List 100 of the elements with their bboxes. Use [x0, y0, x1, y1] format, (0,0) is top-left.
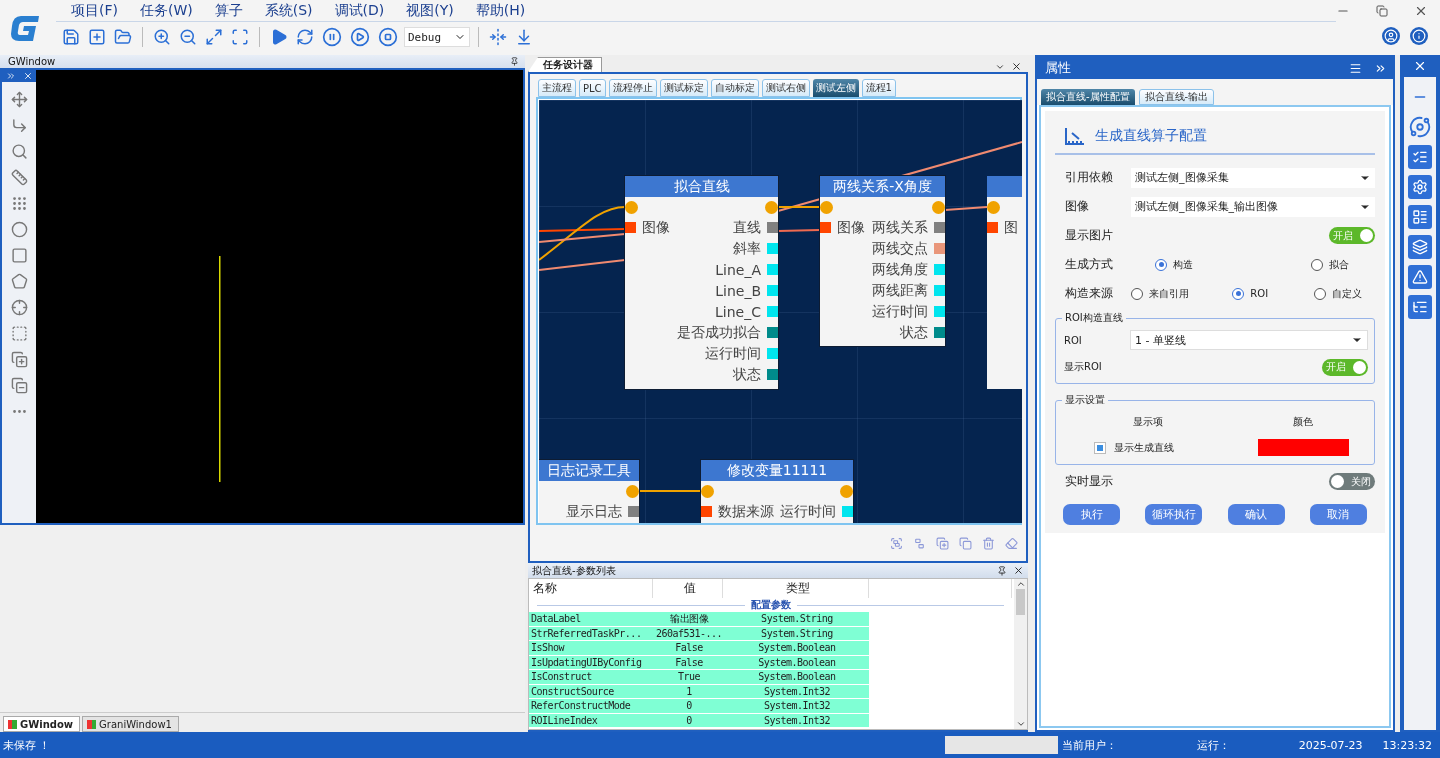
port-label: 运行时间	[705, 344, 761, 363]
menu-item[interactable]: 调试(D)	[325, 1, 394, 20]
port-label: 图像	[837, 218, 865, 237]
node-card[interactable]: 图	[987, 176, 1022, 389]
flow-tab[interactable]: 流程停止	[608, 79, 657, 97]
port-label: 状态	[733, 365, 761, 384]
port-label: 图像	[642, 218, 670, 237]
table-cell: 0	[653, 699, 723, 714]
column-header: 显示项	[1132, 415, 1164, 429]
group-title: ROI构造直线	[1062, 311, 1126, 325]
port-label: 两线关系	[872, 218, 928, 237]
port-label: 图	[1004, 218, 1018, 237]
menu-item[interactable]: 系统(S)	[255, 1, 322, 20]
radio-label: ROI	[1250, 288, 1269, 299]
table-cell: System.Boolean	[723, 641, 869, 656]
group-title: 显示设置	[1062, 393, 1108, 407]
port-label: Line_B	[715, 282, 761, 299]
menu-item[interactable]: 视图(Y)	[397, 1, 463, 20]
flow-tab[interactable]: 测试右侧	[761, 79, 810, 97]
flow-tab[interactable]: 流程1	[861, 79, 896, 97]
table-cell: False	[653, 641, 723, 656]
port-label: Line_C	[715, 303, 761, 320]
property-tab[interactable]: 拟合直线-属性配置	[1041, 89, 1135, 105]
node-card[interactable]: 两线关系-X角度 图像 两线关系 两线交点 两线角度 两线距离 运行时间 状态	[820, 176, 945, 346]
toggle-switch[interactable]: 关闭	[1329, 473, 1375, 490]
action-button[interactable]: 确认	[1227, 504, 1285, 525]
node-title: 日志记录工具	[539, 460, 639, 481]
column-header[interactable]: 名称	[529, 579, 653, 598]
menu-item[interactable]: 帮助(H)	[466, 1, 535, 20]
panel-title: 属性	[1045, 59, 1071, 77]
port-label: Line_A	[715, 261, 761, 278]
port-label: 运行时间	[780, 502, 836, 521]
save-status: 未保存 ！	[2, 737, 52, 753]
column-header: 颜色	[1292, 415, 1314, 429]
port-label: 显示日志	[566, 502, 622, 521]
node-title: 修改变量11111	[701, 460, 853, 481]
run-label: 运行：	[1196, 737, 1231, 753]
port-label: 数据来源	[718, 502, 774, 521]
field-label: 图像	[1065, 198, 1090, 215]
port-label: 两线距离	[872, 281, 928, 300]
node-title: 拟合直线	[625, 176, 778, 197]
table-cell: System.String	[723, 612, 869, 627]
table-cell: DataLabel	[529, 612, 653, 627]
field-label: ROI	[1064, 334, 1083, 346]
dropdown-field[interactable]: 测试左侧_图像采集	[1131, 167, 1375, 188]
flow-tab[interactable]: 自动标定	[710, 79, 759, 97]
document-tab[interactable]: 任务设计器	[528, 57, 602, 72]
menu-item[interactable]: 算子	[205, 1, 252, 20]
port-label: 两线角度	[872, 260, 928, 279]
dropdown-field[interactable]: 测试左侧_图像采集_输出图像	[1131, 196, 1375, 217]
flow-tab[interactable]: 测试左侧	[812, 79, 859, 97]
section-heading: 生成直线算子配置	[1095, 127, 1207, 145]
menu-item[interactable]: 任务(W)	[131, 1, 202, 20]
flow-canvas[interactable]: 拟合直线 图像 直线 斜率 Line_A Line_B Line_C 是否成功拟合 运行时间 状态 两线关系-X角度 图像 两线关系 两线交点 两线角度 两线距离 运行时间 状态 图 日志记录工具 显示日志 修改变量11111 数据来源 运行时间	[539, 100, 1022, 523]
panel-title: 拟合直线-参数列表	[532, 563, 616, 578]
user-label: 当前用户：	[1061, 737, 1118, 753]
table-cell: System.Boolean	[723, 670, 869, 685]
window-tab[interactable]: GWindow	[3, 716, 81, 732]
table-cell: IsConstruct	[529, 670, 653, 685]
panel-title: GWindow	[8, 56, 56, 67]
node-card[interactable]: 修改变量11111 数据来源 运行时间	[701, 460, 853, 523]
port-label: 斜率	[733, 239, 761, 258]
field-label: 生成方式	[1065, 256, 1114, 273]
port-label: 状态	[900, 323, 928, 342]
property-tab[interactable]: 拟合直线-输出	[1138, 89, 1215, 105]
field-label: 构造来源	[1065, 285, 1114, 302]
table-cell: True	[653, 670, 723, 685]
port-label: 两线交点	[872, 239, 928, 258]
field-label: 显示ROI	[1064, 360, 1103, 374]
port-label: 直线	[733, 218, 761, 237]
table-cell: IsShow	[529, 641, 653, 656]
radio-label: 自定义	[1331, 286, 1362, 301]
port-label: 是否成功拟合	[677, 323, 761, 342]
node-title: 两线关系-X角度	[820, 176, 945, 197]
checkbox-label: 显示生成直线	[1114, 440, 1174, 455]
action-button[interactable]: 循环执行	[1145, 504, 1203, 525]
field-label: 显示图片	[1065, 227, 1114, 244]
radio-label: 来自引用	[1149, 286, 1189, 301]
section-label: 配置参数	[750, 598, 791, 612]
column-header[interactable]: 类型	[723, 579, 869, 598]
status-date: 2025-07-23	[1297, 738, 1364, 752]
window-tab[interactable]: GraniWindow1	[82, 716, 179, 732]
menu-item[interactable]: 项目(F)	[62, 1, 127, 20]
status-time: 13:23:32	[1381, 738, 1433, 752]
action-button[interactable]: 取消	[1310, 504, 1367, 525]
port-label: 运行时间	[872, 302, 928, 321]
flow-tab[interactable]: 测试标定	[659, 79, 708, 97]
field-label: 引用依赖	[1065, 169, 1114, 186]
column-header[interactable]: 值	[653, 579, 723, 598]
radio-label: 拟合	[1329, 257, 1349, 272]
radio-label: 构造	[1173, 257, 1193, 272]
node-card[interactable]: 拟合直线 图像 直线 斜率 Line_A Line_B Line_C 是否成功拟合 运行时间 状态	[625, 176, 778, 389]
table-cell: ReferConstructMode	[529, 699, 653, 714]
build-config-select[interactable]: Debug	[404, 27, 470, 47]
field-label: 实时显示	[1065, 473, 1114, 490]
table-cell: 输出图像	[653, 612, 723, 627]
action-button[interactable]: 执行	[1063, 504, 1120, 525]
flow-tab[interactable]: 主流程	[538, 79, 576, 97]
flow-tab[interactable]: PLC	[579, 79, 606, 97]
dropdown-field[interactable]: 1 - 单竖线	[1130, 330, 1368, 350]
